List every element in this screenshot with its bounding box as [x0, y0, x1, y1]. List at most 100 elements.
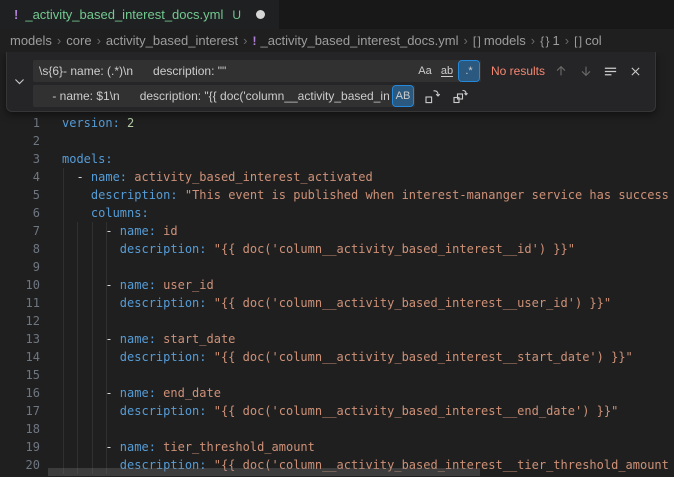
line-number[interactable]: 5 — [0, 186, 40, 204]
line-number[interactable]: 18 — [0, 420, 40, 438]
token-key: description: — [91, 188, 178, 202]
token-pln — [62, 350, 120, 364]
code-line: 11 description: "{{ doc('column__activit… — [0, 294, 674, 312]
code-text[interactable]: - name: id — [62, 222, 178, 240]
code-text[interactable]: columns: — [62, 204, 149, 222]
whole-word-icon: ab — [441, 66, 453, 77]
symbol-array-icon: [ ] — [473, 34, 480, 48]
line-number[interactable]: 7 — [0, 222, 40, 240]
code-text[interactable]: description: "{{ doc('column__activity_b… — [62, 294, 611, 312]
match-case-button[interactable]: Aa — [415, 61, 435, 81]
breadcrumb-item-models[interactable]: [ ]models — [473, 33, 526, 48]
token-pln — [62, 206, 91, 220]
token-pln: - — [62, 278, 120, 292]
breadcrumb-separator-icon: › — [464, 33, 468, 48]
code-text[interactable]: - name: user_id — [62, 276, 214, 294]
find-in-selection-button[interactable] — [601, 62, 620, 81]
token-pln — [207, 242, 214, 256]
code-line: 8 description: "{{ doc('column__activity… — [0, 240, 674, 258]
token-str: id — [163, 224, 177, 238]
token-pln — [207, 350, 214, 364]
breadcrumb-item-models[interactable]: models — [10, 33, 52, 48]
line-number[interactable]: 10 — [0, 276, 40, 294]
token-pln — [62, 242, 120, 256]
breadcrumb-item-col[interactable]: [ ]col — [574, 33, 602, 48]
whole-word-button[interactable]: ab — [437, 61, 457, 81]
token-pln — [62, 296, 120, 310]
breadcrumb-item-1[interactable]: { }1 — [540, 33, 560, 48]
unsaved-changes-dot-icon[interactable] — [256, 10, 265, 19]
code-text[interactable]: - name: tier_threshold_amount — [62, 438, 315, 456]
line-number[interactable]: 2 — [0, 132, 40, 150]
breadcrumb-separator-icon: › — [57, 33, 61, 48]
close-icon — [629, 65, 642, 78]
selection-lines-icon — [603, 64, 618, 79]
token-str: "{{ doc('column__activity_based_interest… — [214, 296, 611, 310]
line-number[interactable]: 16 — [0, 384, 40, 402]
code-text[interactable]: description: "This event is published wh… — [62, 186, 669, 204]
arrow-down-icon — [579, 64, 593, 78]
token-str: "This event is published when interest-m… — [185, 188, 669, 202]
token-pln — [62, 188, 91, 202]
code-line: 9 — [0, 258, 674, 276]
tab-activity-based-interest-docs[interactable]: ! _activity_based_interest_docs.yml U — [0, 0, 279, 29]
token-pln — [207, 404, 214, 418]
line-number[interactable]: 11 — [0, 294, 40, 312]
line-number[interactable]: 3 — [0, 150, 40, 168]
find-results-status: No results — [491, 64, 545, 78]
line-number[interactable]: 15 — [0, 366, 40, 384]
line-number[interactable]: 17 — [0, 402, 40, 420]
line-number[interactable]: 14 — [0, 348, 40, 366]
replace-all-button[interactable] — [450, 87, 469, 106]
code-lines: 1 version: 2 23 models: 4 - name: activity_b… — [0, 114, 674, 474]
replace-input[interactable]: - name: $1\n description: "{{ doc('colum… — [33, 85, 415, 107]
line-number[interactable]: 19 — [0, 438, 40, 456]
replace-button[interactable] — [422, 87, 441, 106]
code-text[interactable]: - name: end_date — [62, 384, 221, 402]
code-line: 16 - name: end_date — [0, 384, 674, 402]
previous-match-button[interactable] — [551, 62, 570, 81]
code-line: 19 - name: tier_threshold_amount — [0, 438, 674, 456]
next-match-button[interactable] — [576, 62, 595, 81]
vscode-window: ! _activity_based_interest_docs.yml U mo… — [0, 0, 674, 477]
code-line: 6 columns: — [0, 204, 674, 222]
token-str: activity_based_interest_activated — [134, 170, 372, 184]
code-text[interactable]: version: 2 — [62, 114, 134, 132]
breadcrumb-item-activity_based_interest[interactable]: activity_based_interest — [106, 33, 238, 48]
arrow-up-icon — [554, 64, 568, 78]
code-line: 7 - name: id — [0, 222, 674, 240]
code-text[interactable]: description: "{{ doc('column__activity_b… — [62, 240, 575, 258]
line-number[interactable]: 4 — [0, 168, 40, 186]
code-text[interactable]: - name: start_date — [62, 330, 235, 348]
close-find-widget-button[interactable] — [626, 62, 645, 81]
token-pln — [62, 404, 120, 418]
token-str: tier_threshold_amount — [163, 440, 315, 454]
token-pln: - — [62, 170, 91, 184]
code-text[interactable]: description: "{{ doc('column__activity_b… — [62, 348, 633, 366]
breadcrumb-label: _activity_based_interest_docs.yml — [261, 33, 459, 48]
editor[interactable]: 1 version: 2 23 models: 4 - name: activity_b… — [0, 52, 674, 477]
line-number[interactable]: 13 — [0, 330, 40, 348]
code-line: 5 description: "This event is published … — [0, 186, 674, 204]
horizontal-scrollbar[interactable] — [48, 468, 480, 476]
breadcrumb-item-_activity_based_interest_docs.yml[interactable]: !_activity_based_interest_docs.yml — [253, 33, 459, 48]
line-number[interactable]: 6 — [0, 204, 40, 222]
code-text[interactable]: description: "{{ doc('column__activity_b… — [62, 402, 618, 420]
line-number[interactable]: 9 — [0, 258, 40, 276]
breadcrumb-item-core[interactable]: core — [66, 33, 91, 48]
toggle-replace-button[interactable] — [7, 52, 31, 110]
line-number[interactable]: 12 — [0, 312, 40, 330]
code-text[interactable]: - name: activity_based_interest_activate… — [62, 168, 373, 186]
code-line: 18 — [0, 420, 674, 438]
find-input[interactable]: \s{6}- name: (.*)\n description: "" Aa a… — [33, 60, 481, 82]
line-number[interactable]: 1 — [0, 114, 40, 132]
preserve-case-button[interactable]: AB — [393, 86, 413, 106]
code-text[interactable]: models: — [62, 150, 113, 168]
line-number[interactable]: 8 — [0, 240, 40, 258]
regex-button[interactable]: .* — [459, 61, 479, 81]
code-line: 15 — [0, 366, 674, 384]
line-number[interactable]: 20 — [0, 456, 40, 474]
code-line: 13 - name: start_date — [0, 330, 674, 348]
token-str: "{{ doc('column__activity_based_interest… — [214, 404, 619, 418]
chevron-down-icon — [13, 75, 26, 88]
